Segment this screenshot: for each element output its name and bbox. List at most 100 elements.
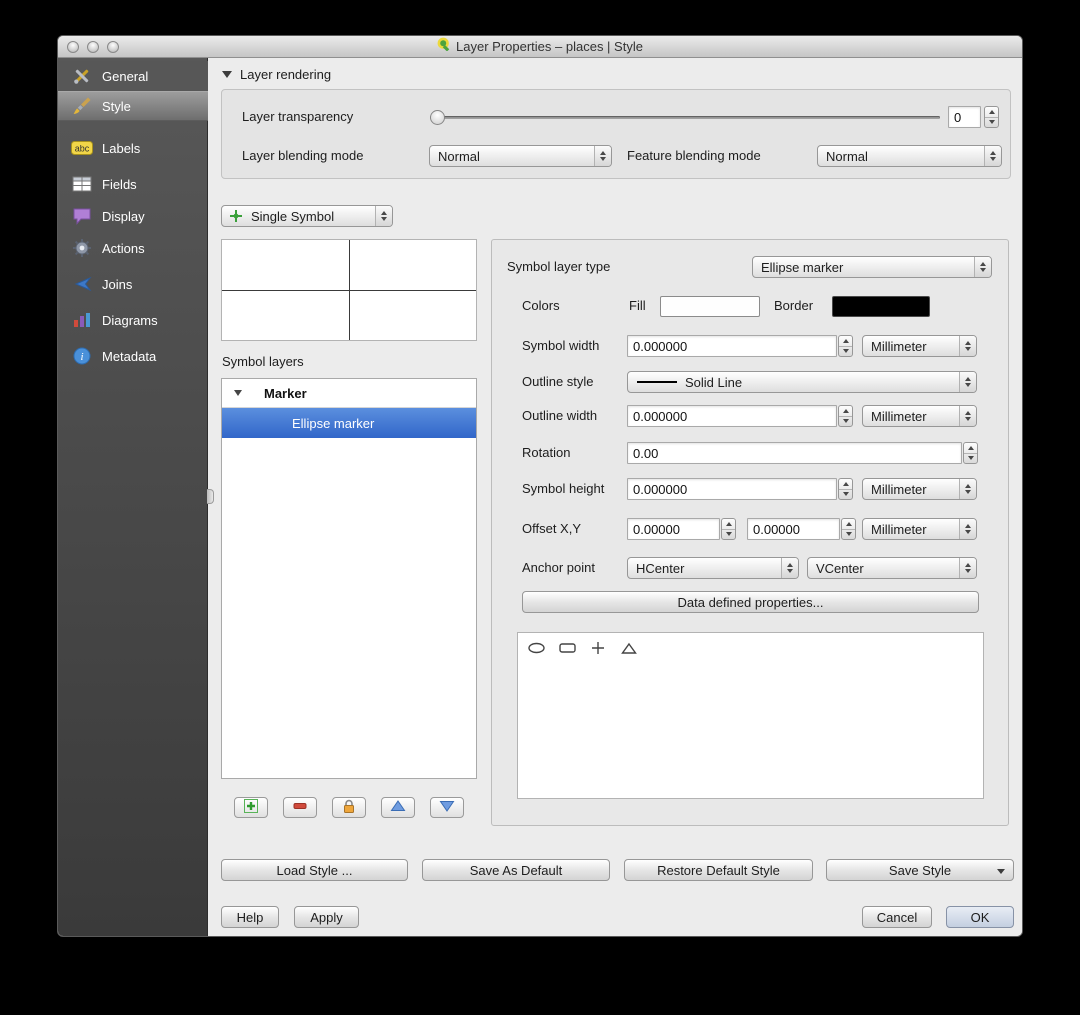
slider-track xyxy=(430,116,940,119)
data-defined-properties-button[interactable]: Data defined properties... xyxy=(522,591,979,613)
symbol-layers-label: Symbol layers xyxy=(222,354,304,369)
style-page: Layer rendering Layer transparency Layer… xyxy=(207,58,1022,936)
offset-y-stepper[interactable] xyxy=(841,518,856,540)
offset-x-input[interactable] xyxy=(627,518,720,540)
lock-icon xyxy=(341,798,357,817)
minimize-button[interactable] xyxy=(87,41,99,53)
symbol-height-stepper[interactable] xyxy=(838,478,853,500)
anchor-vertical-dropdown[interactable]: VCenter xyxy=(807,557,977,579)
stepper-down-icon[interactable] xyxy=(839,415,852,427)
layer-transparency-slider[interactable] xyxy=(430,110,940,125)
speech-bubble-icon xyxy=(70,207,93,225)
tree-layer-ellipse-marker[interactable]: Ellipse marker xyxy=(222,408,476,438)
rounded-rect-preset-icon[interactable] xyxy=(558,640,576,656)
slider-thumb[interactable] xyxy=(430,110,445,125)
dropdown-arrows-icon xyxy=(781,558,798,578)
rotation-input[interactable] xyxy=(627,442,962,464)
stepper-down-icon[interactable] xyxy=(985,116,998,128)
sidebar-item-style[interactable]: Style xyxy=(58,91,208,121)
layer-transparency-stepper[interactable] xyxy=(984,106,999,128)
dropdown-value: Millimeter xyxy=(871,481,927,497)
sidebar-item-metadata[interactable]: i Metadata xyxy=(58,342,208,370)
stepper-down-icon[interactable] xyxy=(722,528,735,540)
stepper-down-icon[interactable] xyxy=(842,528,855,540)
symbol-height-unit-dropdown[interactable]: Millimeter xyxy=(862,478,977,500)
offset-label: Offset X,Y xyxy=(522,521,582,536)
outline-width-unit-dropdown[interactable]: Millimeter xyxy=(862,405,977,427)
dropdown-arrows-icon xyxy=(959,406,976,426)
stepper-down-icon[interactable] xyxy=(839,345,852,357)
sidebar-item-label: Actions xyxy=(102,240,145,256)
symbol-layer-type-dropdown[interactable]: Ellipse marker xyxy=(752,256,992,278)
apply-button[interactable]: Apply xyxy=(294,906,359,928)
lock-color-button[interactable] xyxy=(332,797,366,818)
border-color-swatch[interactable] xyxy=(832,296,930,317)
symbol-width-input[interactable] xyxy=(627,335,837,357)
offset-unit-dropdown[interactable]: Millimeter xyxy=(862,518,977,540)
triangle-preset-icon[interactable] xyxy=(620,640,638,656)
outline-width-stepper[interactable] xyxy=(838,405,853,427)
sidebar-item-diagrams[interactable]: Diagrams xyxy=(58,306,208,334)
cross-preset-icon[interactable] xyxy=(589,640,607,656)
ok-button[interactable]: OK xyxy=(946,906,1014,928)
symbol-height-input[interactable] xyxy=(627,478,837,500)
dropdown-arrows-icon xyxy=(959,479,976,499)
offset-x-stepper[interactable] xyxy=(721,518,736,540)
dropdown-value: Solid Line xyxy=(685,374,743,390)
anchor-horizontal-dropdown[interactable]: HCenter xyxy=(627,557,799,579)
symbol-width-unit-dropdown[interactable]: Millimeter xyxy=(862,335,977,357)
stepper-down-icon[interactable] xyxy=(964,452,977,464)
stepper-up-icon[interactable] xyxy=(964,443,977,453)
stepper-up-icon[interactable] xyxy=(985,107,998,117)
feature-blending-dropdown[interactable]: Normal xyxy=(817,145,1002,167)
add-symbol-layer-button[interactable] xyxy=(234,797,268,818)
sidebar-item-display[interactable]: Display xyxy=(58,202,208,230)
close-button[interactable] xyxy=(67,41,79,53)
remove-symbol-layer-button[interactable] xyxy=(283,797,317,818)
rotation-stepper[interactable] xyxy=(963,442,978,464)
plus-icon xyxy=(243,798,259,817)
window-titlebar[interactable]: Layer Properties – places | Style xyxy=(58,36,1022,58)
layer-transparency-input[interactable] xyxy=(948,106,981,128)
outline-style-label: Outline style xyxy=(522,374,594,389)
sidebar-item-general[interactable]: General xyxy=(58,61,208,91)
move-up-button[interactable] xyxy=(381,797,415,818)
offset-y-input[interactable] xyxy=(747,518,840,540)
layer-rendering-disclosure[interactable]: Layer rendering xyxy=(222,67,331,82)
tree-group-marker[interactable]: Marker xyxy=(222,379,476,408)
zoom-button[interactable] xyxy=(107,41,119,53)
sidebar-item-fields[interactable]: Fields xyxy=(58,170,208,198)
load-style-button[interactable]: Load Style ... xyxy=(221,859,408,881)
stepper-down-icon[interactable] xyxy=(839,488,852,500)
tree-disclosure-icon[interactable] xyxy=(234,390,242,396)
symbol-layer-properties-panel: Symbol layer type Ellipse marker Colors … xyxy=(491,239,1009,826)
splitter-handle[interactable] xyxy=(207,489,214,504)
outline-width-input[interactable] xyxy=(627,405,837,427)
ellipse-preset-icon[interactable] xyxy=(527,640,545,656)
restore-default-style-button[interactable]: Restore Default Style xyxy=(624,859,813,881)
sidebar-item-actions[interactable]: Actions xyxy=(58,234,208,262)
help-button[interactable]: Help xyxy=(221,906,279,928)
outline-style-dropdown[interactable]: Solid Line xyxy=(627,371,977,393)
save-style-button[interactable]: Save Style xyxy=(826,859,1014,881)
layer-blending-dropdown[interactable]: Normal xyxy=(429,145,612,167)
renderer-dropdown[interactable]: Single Symbol xyxy=(221,205,393,227)
stepper-up-icon[interactable] xyxy=(839,479,852,489)
stepper-up-icon[interactable] xyxy=(839,406,852,416)
fill-color-swatch[interactable] xyxy=(660,296,760,317)
symbol-width-stepper[interactable] xyxy=(838,335,853,357)
sidebar-item-labels[interactable]: abc Labels xyxy=(58,134,208,162)
tools-icon xyxy=(70,66,93,86)
save-as-default-button[interactable]: Save As Default xyxy=(422,859,610,881)
stepper-up-icon[interactable] xyxy=(722,519,735,529)
move-down-button[interactable] xyxy=(430,797,464,818)
stepper-up-icon[interactable] xyxy=(842,519,855,529)
cancel-button[interactable]: Cancel xyxy=(862,906,932,928)
down-arrow-icon xyxy=(439,799,455,816)
layer-rendering-group: Layer transparency Layer blending mode N… xyxy=(221,89,1011,179)
sidebar-item-label: Display xyxy=(102,208,145,224)
sidebar-item-joins[interactable]: Joins xyxy=(58,270,208,298)
stepper-up-icon[interactable] xyxy=(839,336,852,346)
fill-label: Fill xyxy=(629,298,646,313)
dropdown-value: Normal xyxy=(826,148,868,164)
